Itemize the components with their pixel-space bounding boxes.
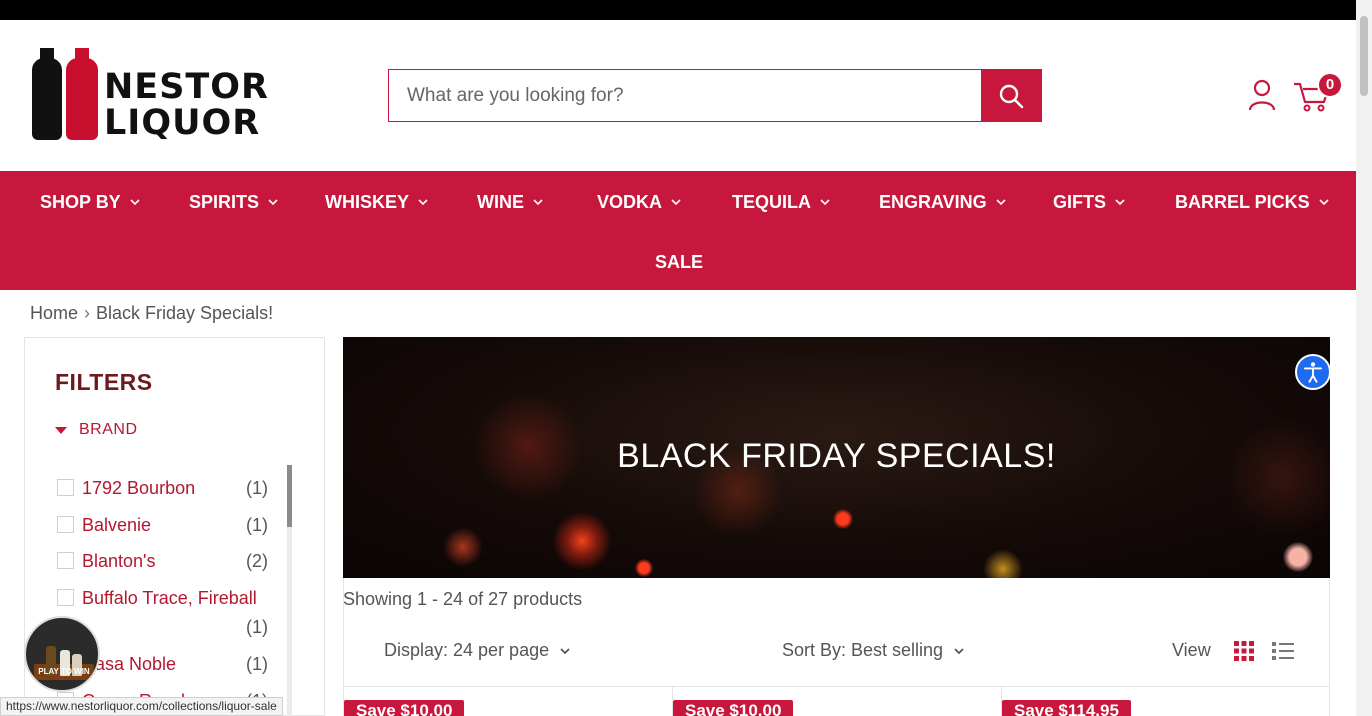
- chevron-down-icon: [130, 199, 140, 206]
- brand-count: (1): [246, 617, 268, 637]
- browser-status-url: https://www.nestorliquor.com/collections…: [0, 697, 283, 716]
- brand-filter-label: BRAND: [79, 421, 138, 438]
- brand-name: Balvenie: [82, 515, 152, 535]
- grid-view-icon[interactable]: [1234, 641, 1254, 661]
- collection-hero-banner: BLACK FRIDAY SPECIALS!: [343, 337, 1330, 578]
- brand-filter-toggle[interactable]: BRAND: [55, 421, 138, 439]
- per-page-select[interactable]: Display: 24 per page: [384, 640, 571, 661]
- chevron-down-icon: [268, 199, 278, 206]
- view-label: View: [1172, 640, 1211, 660]
- breadcrumb-separator: ›: [84, 303, 91, 323]
- brand-checkbox[interactable]: [57, 589, 74, 606]
- brand-name: Buffalo Trace, Fireball: [82, 588, 257, 608]
- chevron-down-icon: [560, 647, 570, 654]
- sale-badge: Save $10.00: [673, 700, 794, 716]
- filter-list-scrollbar[interactable]: [287, 465, 292, 716]
- chevron-down-icon: [418, 199, 428, 206]
- chevron-down-icon: [996, 199, 1006, 206]
- accessibility-icon[interactable]: [1295, 354, 1331, 390]
- scrollbar-thumb[interactable]: [1360, 16, 1368, 96]
- nav-label: WINE: [477, 192, 524, 212]
- nav-label: BARREL PICKS: [1175, 192, 1310, 212]
- controls-divider: [343, 686, 1330, 687]
- brand-count: (1): [246, 654, 268, 674]
- brand-option[interactable]: Buffalo Trace, Fireball (1): [57, 586, 272, 637]
- logo-text-line2: LIQUOR: [104, 103, 261, 143]
- nav-item-gifts[interactable]: GIFTS: [1053, 189, 1126, 215]
- search-box: [388, 69, 1042, 122]
- brand-count: (2): [246, 551, 268, 571]
- bokeh-light: [1283, 542, 1313, 572]
- nav-item-shop-by[interactable]: SHOP BY: [40, 189, 141, 215]
- nav-item-barrel-picks[interactable]: BARREL PICKS: [1175, 189, 1330, 215]
- brand-option[interactable]: Blanton's (2): [57, 549, 272, 573]
- brand-count: (1): [246, 515, 268, 535]
- nav-item-sale[interactable]: SALE: [655, 249, 703, 275]
- logo-bottle-black: [32, 58, 62, 140]
- nav-label: VODKA: [597, 192, 663, 212]
- nav-label: GIFTS: [1053, 192, 1106, 212]
- brand-checkbox[interactable]: [57, 516, 74, 533]
- bokeh-light: [443, 527, 483, 567]
- per-page-label: Display: 24 per page: [384, 640, 550, 660]
- chevron-down-icon: [533, 199, 543, 206]
- bokeh-light: [833, 509, 853, 529]
- filter-scrollbar-thumb[interactable]: [287, 465, 292, 527]
- account-icon[interactable]: [1246, 78, 1278, 112]
- brand-option[interactable]: 1792 Bourbon (1): [57, 476, 272, 500]
- nav-item-wine[interactable]: WINE: [477, 189, 544, 215]
- brand-count: (1): [246, 478, 268, 498]
- brand-checkbox[interactable]: [57, 479, 74, 496]
- nav-label: SHOP BY: [40, 192, 121, 212]
- list-view-icon[interactable]: [1272, 641, 1294, 661]
- nav-item-engraving[interactable]: ENGRAVING: [879, 189, 1007, 215]
- nav-item-vodka[interactable]: VODKA: [597, 189, 682, 215]
- page-scrollbar[interactable]: [1356, 0, 1372, 716]
- results-count: Showing 1 - 24 of 27 products: [343, 589, 583, 609]
- bokeh-light: [1223, 417, 1330, 537]
- cart-count-badge: 0: [1317, 72, 1343, 98]
- nav-item-spirits[interactable]: SPIRITS: [189, 189, 279, 215]
- play-to-win-label: PLAY TO WIN: [38, 667, 90, 676]
- logo-bottle-red: [66, 58, 98, 140]
- nav-item-tequila[interactable]: TEQUILA: [732, 189, 831, 215]
- brand-name: 1792 Bourbon: [82, 478, 196, 498]
- play-to-win-widget[interactable]: PLAY TO WIN: [24, 616, 100, 692]
- top-black-bar: [0, 0, 1356, 20]
- filters-title: FILTERS: [55, 369, 153, 395]
- nav-label: WHISKEY: [325, 192, 410, 212]
- brand-name: Blanton's: [82, 551, 156, 571]
- nav-label: ENGRAVING: [879, 192, 987, 212]
- chevron-down-icon: [1115, 199, 1125, 206]
- chevron-down-icon: [820, 199, 830, 206]
- site-header: NESTOR LIQUOR 0: [0, 20, 1356, 171]
- search-input[interactable]: [389, 70, 981, 121]
- logo-text-line1: NESTOR: [104, 67, 269, 107]
- search-icon: [999, 84, 1024, 108]
- sale-badge: Save $10.00: [344, 700, 465, 716]
- sort-label: Sort By: Best selling: [782, 640, 944, 660]
- sort-select[interactable]: Sort By: Best selling: [782, 640, 965, 661]
- nav-label: SPIRITS: [189, 192, 260, 212]
- nav-label: TEQUILA: [732, 192, 811, 212]
- chevron-down-icon: [954, 647, 964, 654]
- site-logo[interactable]: NESTOR LIQUOR: [30, 48, 268, 143]
- chevron-down-icon: [671, 199, 681, 206]
- bokeh-light: [635, 559, 653, 577]
- breadcrumb-current: Black Friday Specials!: [96, 303, 274, 323]
- brand-checkbox[interactable]: [57, 552, 74, 569]
- chevron-down-icon: [1319, 199, 1329, 206]
- main-navigation: SHOP BY SPIRITS WHISKEY WINE VODKA TEQUI…: [0, 171, 1356, 290]
- breadcrumb-home-link[interactable]: Home: [30, 303, 78, 323]
- caret-down-icon: [55, 426, 67, 434]
- nav-item-whiskey[interactable]: WHISKEY: [325, 189, 429, 215]
- bokeh-light: [983, 549, 1023, 578]
- sale-badge: Save $114.95: [1002, 700, 1131, 716]
- brand-option[interactable]: Balvenie (1): [57, 513, 272, 537]
- bokeh-light: [553, 512, 611, 570]
- breadcrumb: Home › Black Friday Specials!: [30, 301, 273, 325]
- search-button[interactable]: [981, 70, 1041, 121]
- hero-title: BLACK FRIDAY SPECIALS!: [617, 437, 1056, 475]
